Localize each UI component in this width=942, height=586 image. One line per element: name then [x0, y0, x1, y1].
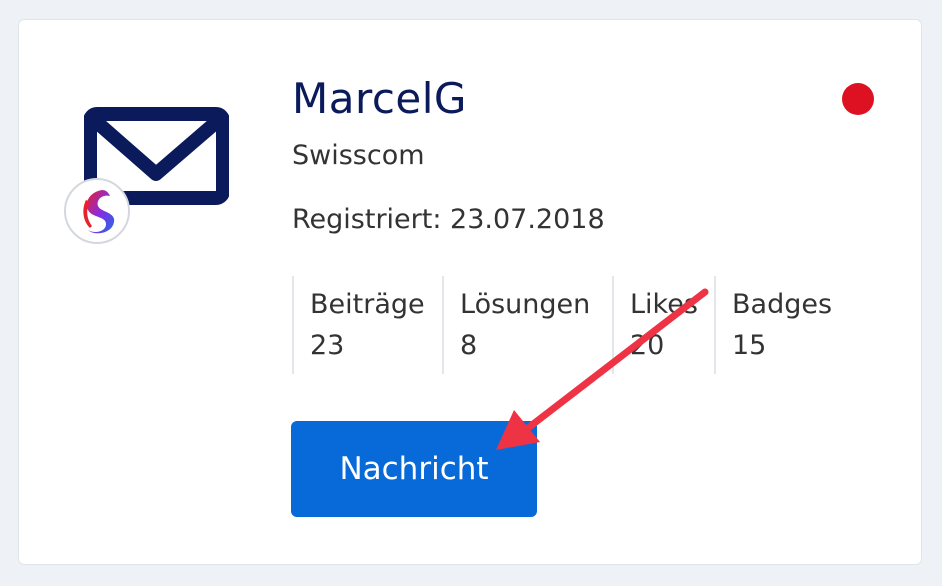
registered-date: 23.07.2018: [450, 204, 605, 235]
stat-value: 23: [310, 330, 345, 361]
username: MarcelG: [292, 74, 467, 123]
stat-beitraege: Beiträge 23: [292, 276, 442, 374]
stat-value: 8: [460, 330, 478, 361]
stats-row: Beiträge 23 Lösungen 8 Likes 20 Badges 1…: [292, 276, 868, 374]
stat-label: Lösungen: [460, 289, 591, 320]
stat-label: Beiträge: [310, 289, 425, 320]
avatar[interactable]: [64, 106, 229, 251]
stat-value: 15: [732, 330, 767, 361]
registered-label: Registriert:: [292, 204, 442, 235]
registration-date: Registriert: 23.07.2018: [292, 204, 605, 235]
stat-badges: Badges 15: [714, 276, 868, 374]
stat-loesungen: Lösungen 8: [442, 276, 612, 374]
message-button[interactable]: Nachricht: [291, 421, 537, 517]
stat-likes: Likes 20: [612, 276, 714, 374]
status-indicator: [842, 83, 874, 115]
stat-label: Badges: [732, 289, 833, 320]
swisscom-logo-icon: [64, 178, 130, 244]
stat-label: Likes: [630, 289, 698, 320]
stat-value: 20: [630, 330, 665, 361]
company-name: Swisscom: [292, 140, 425, 171]
